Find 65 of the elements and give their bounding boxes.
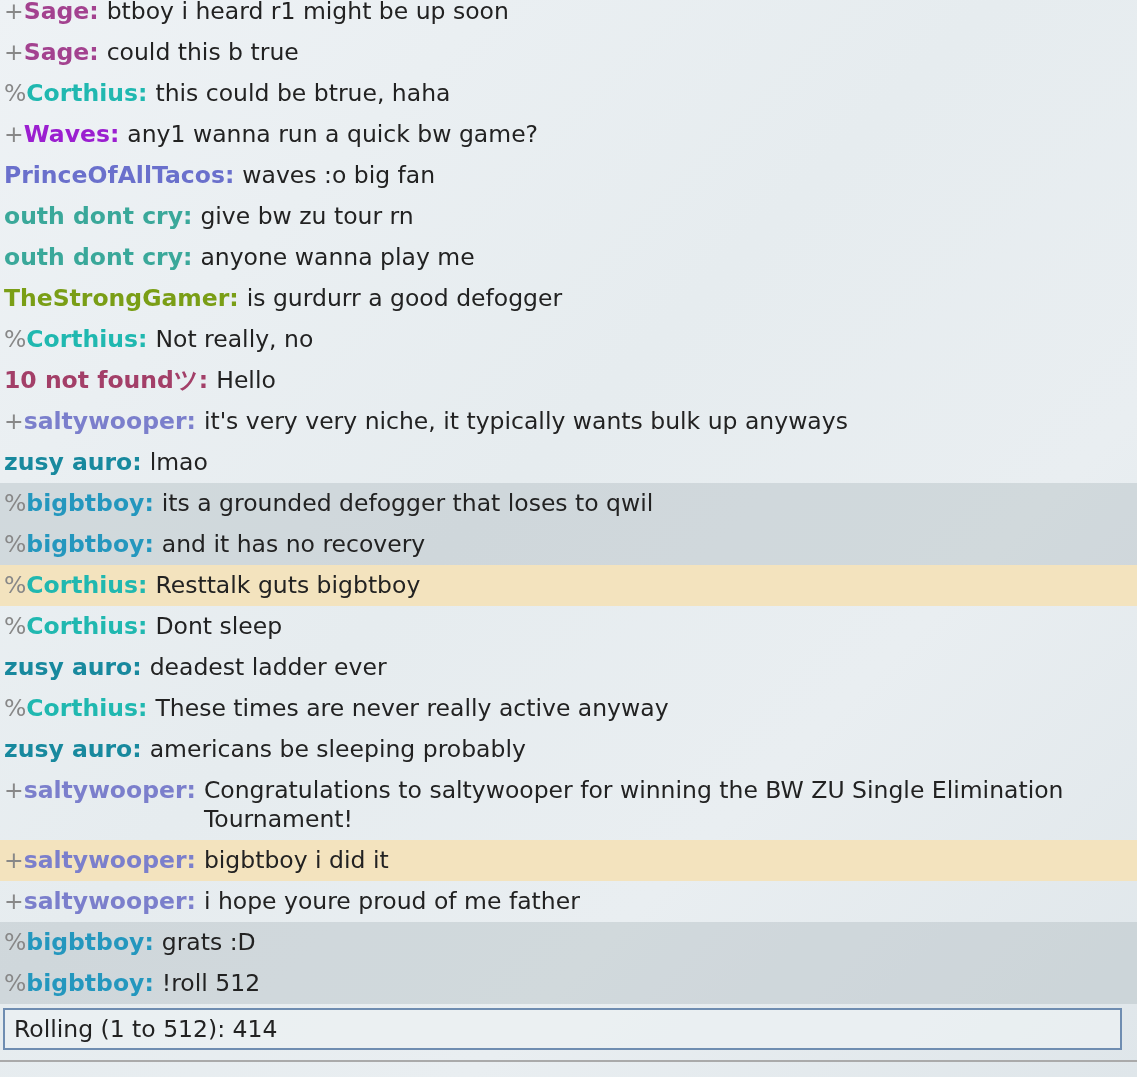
message-text: grats :D <box>161 928 257 957</box>
rank-symbol: + <box>4 0 24 26</box>
message-text: deadest ladder ever <box>149 653 388 682</box>
message-text: i hope youre proud of me father <box>203 887 581 916</box>
username[interactable]: zusy auro: <box>4 448 142 477</box>
username[interactable]: saltywooper: <box>23 407 196 436</box>
username[interactable]: zusy auro: <box>4 653 142 682</box>
message-text: btboy i heard r1 might be up soon <box>106 0 510 26</box>
username[interactable]: Corthius: <box>26 571 148 600</box>
username[interactable]: bigbtboy: <box>26 928 154 957</box>
message-text: anyone wanna play me <box>200 243 476 272</box>
message-text: this could be btrue, haha <box>155 79 452 108</box>
message-text: americans be sleeping probably <box>149 735 527 764</box>
rank-symbol: % <box>4 530 27 559</box>
message-text: bigbtboy i did it <box>203 846 390 875</box>
username[interactable]: zusy auro: <box>4 735 142 764</box>
username[interactable]: saltywooper: <box>23 846 196 875</box>
message-text: it's very very niche, it typically wants bulk up anyways <box>203 407 849 436</box>
message-text: Dont sleep <box>155 612 284 641</box>
username[interactable]: TheStrongGamer: <box>4 284 239 313</box>
username[interactable]: Corthius: <box>26 612 148 641</box>
rank-symbol: + <box>4 38 24 67</box>
rank-symbol: % <box>4 969 27 998</box>
username[interactable]: Sage: <box>23 0 99 26</box>
username[interactable]: PrinceOfAllTacos: <box>4 161 235 190</box>
rank-symbol: % <box>4 928 27 957</box>
username[interactable]: Corthius: <box>26 79 148 108</box>
message-text: waves :o big fan <box>242 161 437 190</box>
username[interactable]: outh dont cry: <box>4 243 193 272</box>
message-text: Resttalk guts bigbtboy <box>155 571 422 600</box>
username[interactable]: bigbtboy: <box>26 969 154 998</box>
message-text: !roll 512 <box>161 969 262 998</box>
username[interactable]: bigbtboy: <box>26 489 154 518</box>
username[interactable]: Corthius: <box>26 694 148 723</box>
rank-symbol: + <box>4 776 24 805</box>
rank-symbol: % <box>4 325 27 354</box>
username[interactable]: saltywooper: <box>23 776 196 805</box>
rank-symbol: + <box>4 407 24 436</box>
username[interactable]: 10 not foundツ: <box>4 366 209 395</box>
username[interactable]: outh dont cry: <box>4 202 193 231</box>
message-text: Congratulations to saltywooper for winning the BW ZU Single Elimination Tournament! <box>203 776 1065 834</box>
rank-symbol: % <box>4 571 27 600</box>
message-text: give bw zu tour rn <box>200 202 415 231</box>
username[interactable]: Corthius: <box>26 325 148 354</box>
roll-result-box: Rolling (1 to 512): 414 <box>3 1008 1122 1050</box>
rank-symbol: % <box>4 489 27 518</box>
rank-symbol: + <box>4 887 24 916</box>
message-text: its a grounded defogger that loses to qwil <box>161 489 655 518</box>
username[interactable]: Sage: <box>23 38 99 67</box>
rank-symbol: + <box>4 120 24 149</box>
message-text: and it has no recovery <box>161 530 427 559</box>
message-text: is gurdurr a good defogger <box>246 284 564 313</box>
message-text: lmao <box>149 448 209 477</box>
username[interactable]: saltywooper: <box>23 887 196 916</box>
rank-symbol: % <box>4 612 27 641</box>
message-text: could this b true <box>106 38 300 67</box>
username[interactable]: Waves: <box>23 120 120 149</box>
rank-symbol: % <box>4 694 27 723</box>
message-text: These times are never really active anyway <box>155 694 670 723</box>
message-text: any1 wanna run a quick bw game? <box>127 120 540 149</box>
rank-symbol: % <box>4 79 27 108</box>
message-text: Not really, no <box>155 325 315 354</box>
rank-symbol: + <box>4 846 24 875</box>
username[interactable]: bigbtboy: <box>26 530 154 559</box>
message-text: Hello <box>216 366 277 395</box>
